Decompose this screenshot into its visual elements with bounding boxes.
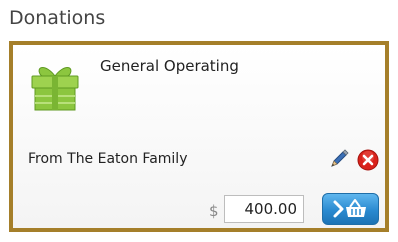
basket-icon [333, 199, 366, 218]
section-title: Donations [9, 7, 106, 29]
gift-icon [31, 67, 79, 111]
delete-icon[interactable] [357, 149, 379, 171]
pencil-icon[interactable] [328, 148, 350, 170]
donor-line: From The Eaton Family [28, 151, 188, 167]
add-to-cart-button[interactable] [322, 193, 379, 225]
currency-symbol: $ [209, 202, 219, 220]
donation-card: General Operating From The Eaton Family … [9, 41, 389, 232]
amount-input[interactable] [224, 195, 304, 223]
fund-name: General Operating [100, 57, 239, 75]
